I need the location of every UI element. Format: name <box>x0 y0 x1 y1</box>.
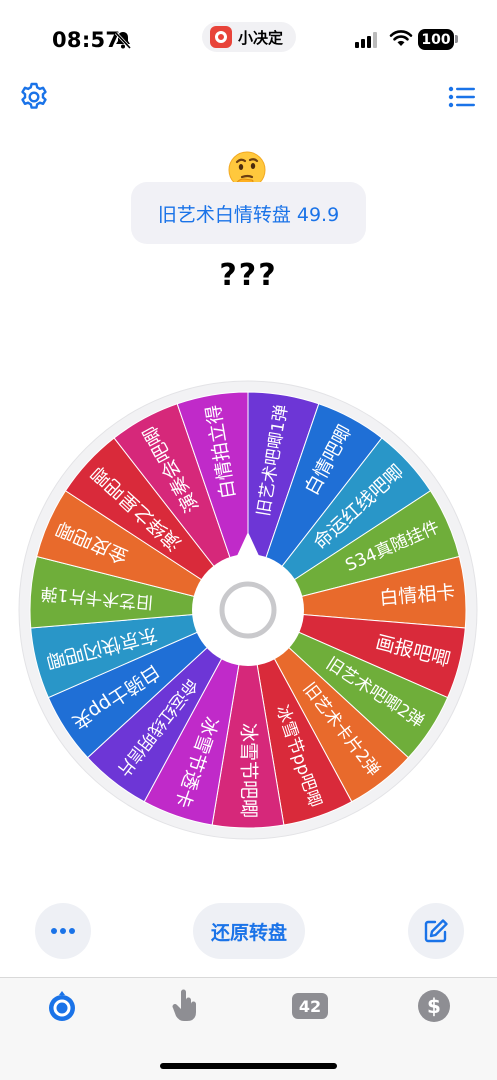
edit-icon <box>424 919 448 943</box>
more-options-button[interactable] <box>35 903 91 959</box>
spin-wheel[interactable]: 旧艺术吧唧1弹 白情吧唧命运红线吧唧S34真随挂件白情相卡画报吧唧旧艺术吧唧2弹旧… <box>18 380 478 840</box>
tab-wheel[interactable] <box>42 986 82 1026</box>
app-icon <box>210 26 232 48</box>
status-bar: 08:57 小决定 100 <box>0 0 497 80</box>
home-indicator <box>160 1063 337 1069</box>
app-name: 小决定 <box>238 28 284 47</box>
spin-result: ??? <box>219 258 278 293</box>
list-icon[interactable] <box>448 86 476 108</box>
reset-wheel-button[interactable]: 还原转盘 <box>193 903 305 959</box>
battery-indicator: 100 <box>418 29 454 50</box>
wheel-hub[interactable] <box>192 554 304 666</box>
dollar-icon: $ <box>418 990 450 1022</box>
tab-count[interactable]: 42 <box>290 986 330 1026</box>
hand-pointer-icon <box>172 989 196 1021</box>
app-indicator-pill[interactable]: 小决定 <box>202 22 296 52</box>
wifi-icon <box>389 30 413 46</box>
settings-gear-icon[interactable] <box>18 80 50 112</box>
ellipsis-icon <box>51 928 75 934</box>
count-badge: 42 <box>292 993 328 1019</box>
cellular-signal-icon <box>355 32 377 48</box>
status-time: 08:57 <box>52 28 121 52</box>
battery-tip <box>455 35 458 43</box>
tab-hand[interactable] <box>166 986 206 1026</box>
edit-button[interactable] <box>408 903 464 959</box>
wheel-segment-label: 冰雪节吧唧 <box>238 723 260 818</box>
bell-muted-icon <box>114 31 132 50</box>
wheel-tab-icon <box>49 991 75 1021</box>
wheel-title-button[interactable]: 旧艺术白情转盘 49.9 <box>131 182 366 244</box>
tab-purchase[interactable]: $ <box>414 986 454 1026</box>
